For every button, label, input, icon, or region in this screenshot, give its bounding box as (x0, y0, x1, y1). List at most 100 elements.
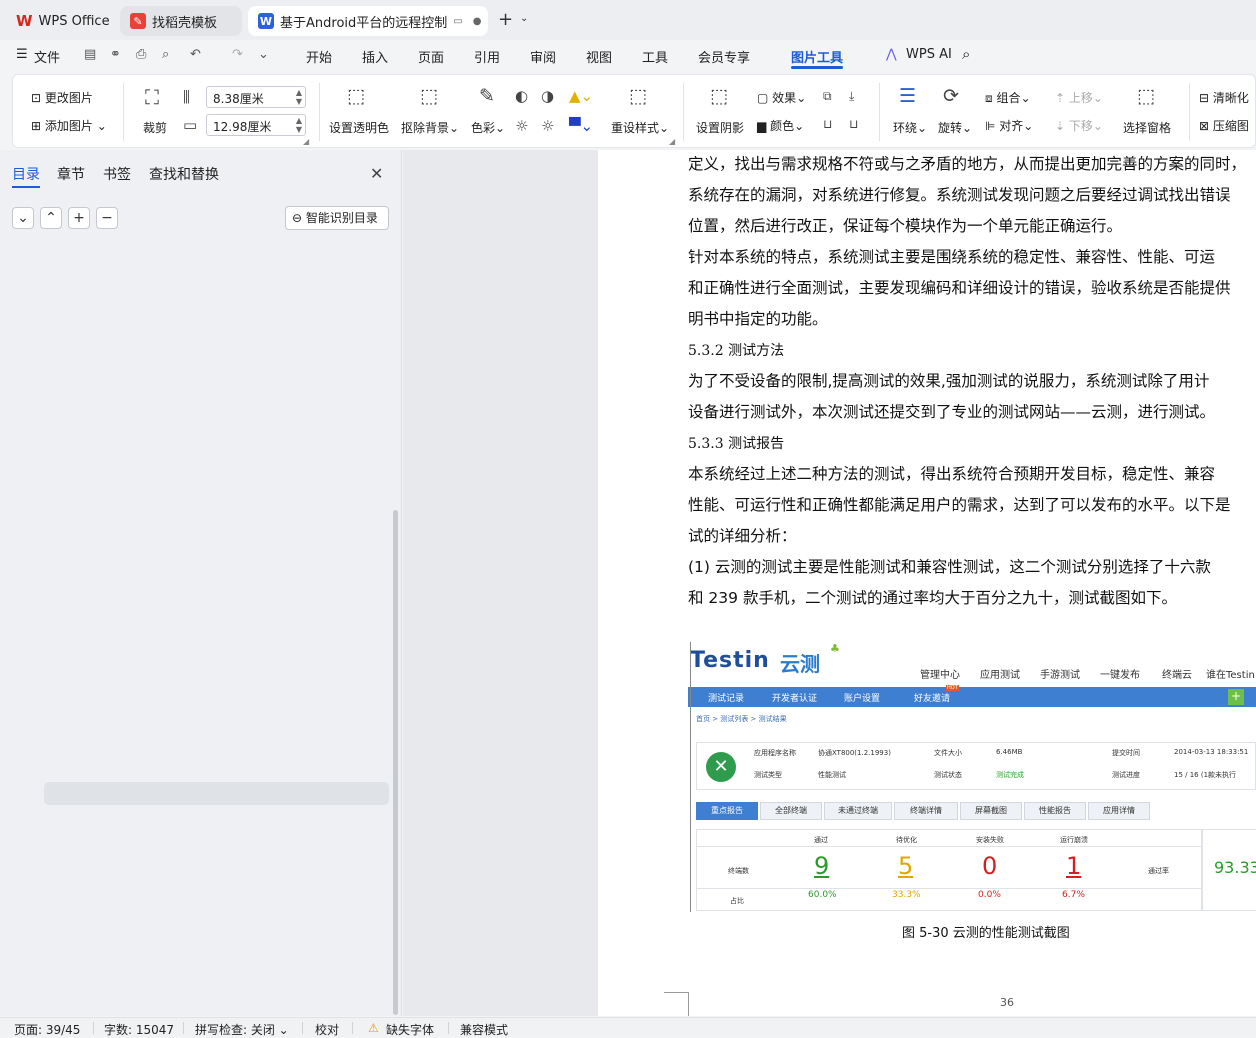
selection-pane-button[interactable]: 选择窗格 (1123, 119, 1171, 136)
change-picture-button[interactable]: ⊡ 更改图片 (31, 89, 93, 106)
toc-item[interactable]: 5.1.2 开发工具 (70, 680, 152, 700)
undo-icon[interactable]: ↶ (190, 47, 201, 62)
add-heading-button[interactable]: + (68, 207, 90, 229)
proofread-button[interactable]: 校对 (315, 1021, 339, 1038)
width-input[interactable]: 8.38厘米 ▲ ▼ (206, 86, 306, 108)
tab-docer-templates[interactable]: ✎ 找稻壳模板 (120, 6, 242, 36)
tab-chapters[interactable]: 章节 (57, 164, 85, 184)
contrast-up-icon[interactable]: ◐ (515, 87, 528, 105)
toc-item[interactable]: 4 系统设计 (38, 420, 97, 440)
toc-item[interactable]: 3.2.1 被控端功能模块设计 (70, 264, 212, 284)
compress-button[interactable]: ⊠ 压缩图 (1199, 117, 1249, 134)
toc-item[interactable]: 3.4 系统性能需求分析 (54, 368, 173, 388)
toc-item[interactable]: 4.1 系统结构设计 (54, 446, 149, 466)
reset-style-button[interactable]: 重设样式⌄ (611, 119, 669, 136)
toc-item[interactable]: 5.1.1 关键技术 (70, 654, 152, 674)
rotate-button[interactable]: 旋转⌄ (938, 119, 972, 136)
toc-item[interactable]: 致 谢 (38, 992, 66, 1012)
toc-item[interactable]: 5.2.1 主控端功能界面设计 (70, 732, 212, 752)
menu-insert[interactable]: 插入 (362, 47, 388, 66)
brightness-down-icon[interactable]: ☼ (541, 117, 554, 135)
tab-toc[interactable]: 目录 (12, 164, 40, 184)
align-button[interactable]: ⊫ 对齐⌄ (985, 117, 1033, 134)
menu-wps-ai[interactable]: WPS AI (906, 47, 952, 62)
toc-item[interactable]: 3.2.3 管理端功能模块设计 (70, 316, 212, 336)
spell-check[interactable]: 拼写检查: 关闭 ⌄ (195, 1021, 289, 1038)
set-transparent-button[interactable]: 设置透明色 (329, 119, 389, 136)
arrange2-icon[interactable]: ⊔ (849, 117, 858, 131)
link-icon[interactable]: ⚭ (110, 47, 121, 62)
redo-icon[interactable]: ↷ (232, 47, 243, 62)
outline-color-icon[interactable]: ▀⌄ (569, 117, 593, 135)
toc-expand-caret-icon[interactable]: ▼ (24, 425, 31, 435)
set-shadow-button[interactable]: 设置阴影 (696, 119, 744, 136)
remove-background-button[interactable]: 抠除背景⌄ (401, 119, 459, 136)
dialog-launcher-icon[interactable]: ◢ (669, 137, 675, 146)
menu-member[interactable]: 会员专享 (698, 47, 750, 66)
embedded-screenshot-image[interactable]: Testin 云测 ♣ 管理中心 应用测试 手游测试 一键发布 终端云 谁在Te… (688, 642, 1256, 912)
color-button[interactable]: 色彩⌄ (471, 119, 505, 136)
menu-tools[interactable]: 工具 (642, 47, 668, 66)
menu-file[interactable]: 文件 (34, 47, 60, 66)
toc-expand-caret-icon[interactable]: ▼ (40, 815, 47, 825)
group-button[interactable]: ⧈ 组合⌄ (985, 89, 1031, 106)
page-indicator[interactable]: 页面: 39/45 (14, 1021, 80, 1038)
toc-item[interactable]: 3.2.2 主控端功能模块设计 (70, 290, 212, 310)
menu-view[interactable]: 视图 (586, 47, 612, 66)
toc-expand-caret-icon[interactable]: ▼ (24, 607, 31, 617)
toc-expand-caret-icon[interactable]: ▼ (40, 633, 47, 643)
print-icon[interactable]: ⎙ (136, 47, 146, 62)
remove-heading-button[interactable]: − (96, 207, 118, 229)
menu-review[interactable]: 审阅 (530, 47, 556, 66)
bring-forward-icon[interactable]: ⧉ (823, 89, 832, 104)
menu-page[interactable]: 页面 (418, 47, 444, 66)
highlight-color-icon[interactable]: ▲⌄ (569, 87, 593, 105)
height-input[interactable]: 12.98厘米 ▲ ▼ (206, 114, 306, 136)
contrast-down-icon[interactable]: ◑ (541, 87, 554, 105)
menu-picture-tools[interactable]: 图片工具 (791, 47, 843, 66)
toc-item[interactable]: 5.3.3 测试报告 (70, 888, 152, 908)
toc-item[interactable]: 4.2.2 主控端的功能模块详细设计 (70, 524, 248, 544)
add-picture-button[interactable]: ⊞ 添加图片 ⌄ (31, 117, 107, 134)
new-tab-button[interactable]: + (498, 9, 513, 30)
toc-item[interactable]: 4.2.1 被控端的功能模块 (70, 498, 200, 518)
move-down-button[interactable]: ⇣ 下移⌄ (1055, 117, 1103, 134)
toc-item[interactable]: 5.2.2 被控端主界面设计 (70, 758, 200, 778)
toc-item[interactable]: 3.2 系统功能需求分析 (54, 238, 173, 258)
scrollbar[interactable] (393, 510, 398, 1015)
toc-item[interactable]: 5.3.2 测试方法 (70, 862, 152, 882)
toc-item[interactable]: 5.1 系统开发说明 (54, 628, 149, 648)
fill-color-button[interactable]: ▆ 颜色⌄ (757, 117, 804, 134)
tab-document[interactable]: W 基于Android平台的远程控制 ▭ ● (248, 6, 488, 36)
collapse-all-button[interactable]: ⌄ (12, 207, 34, 229)
wrap-button[interactable]: 环绕⌄ (893, 119, 927, 136)
toc-item[interactable]: 5.3.1 测试目的 (70, 836, 152, 856)
arrange-icon[interactable]: ⊔ (823, 117, 832, 131)
send-backward-icon[interactable]: ⤓ (849, 89, 854, 104)
search-icon[interactable]: ⌕ (962, 45, 970, 63)
toc-item[interactable]: 4.2 系统功能模块设计 (54, 472, 173, 492)
toc-item[interactable]: 5 系统实现与测试 (38, 602, 133, 622)
toc-item[interactable]: 5.2 系统界面设计 (54, 706, 149, 726)
dialog-launcher-icon[interactable]: ◢ (303, 137, 309, 146)
effects-button[interactable]: ▢ 效果⌄ (757, 89, 806, 106)
close-icon[interactable]: ✕ (370, 164, 383, 183)
toc-item[interactable]: 4.2.3 管理端的功能模块设计 (70, 550, 224, 570)
toc-item[interactable]: 3.5 其他需求分析 (54, 394, 149, 414)
quick-access-more-icon[interactable]: ⌄ (258, 47, 269, 62)
toc-expand-caret-icon[interactable]: ▼ (40, 711, 47, 721)
menu-home[interactable]: 开始 (306, 47, 332, 66)
toc-expand-caret-icon[interactable]: ▼ (40, 477, 47, 487)
menu-reference[interactable]: 引用 (474, 47, 500, 66)
brightness-up-icon[interactable]: ☼ (515, 117, 528, 135)
expand-up-button[interactable]: ⌃ (40, 207, 62, 229)
hamburger-icon[interactable]: ☰ (16, 47, 28, 62)
toc-item[interactable]: Abstract (38, 966, 88, 986)
tab-find-replace[interactable]: 查找和替换 (149, 164, 219, 184)
crop-button[interactable]: 裁剪 (143, 119, 167, 136)
sharpen-button[interactable]: ⊟ 清晰化 (1199, 89, 1249, 106)
save-icon[interactable]: ▤ (84, 47, 96, 62)
document-page[interactable]: 定义，找出与需求规格不符或与之矛盾的地方，从而提出更加完善的方案的同时， 系统存在… (598, 150, 1256, 1016)
word-count[interactable]: 字数: 15047 (104, 1021, 174, 1038)
toc-item[interactable]: 6 系统总结 (38, 914, 97, 934)
